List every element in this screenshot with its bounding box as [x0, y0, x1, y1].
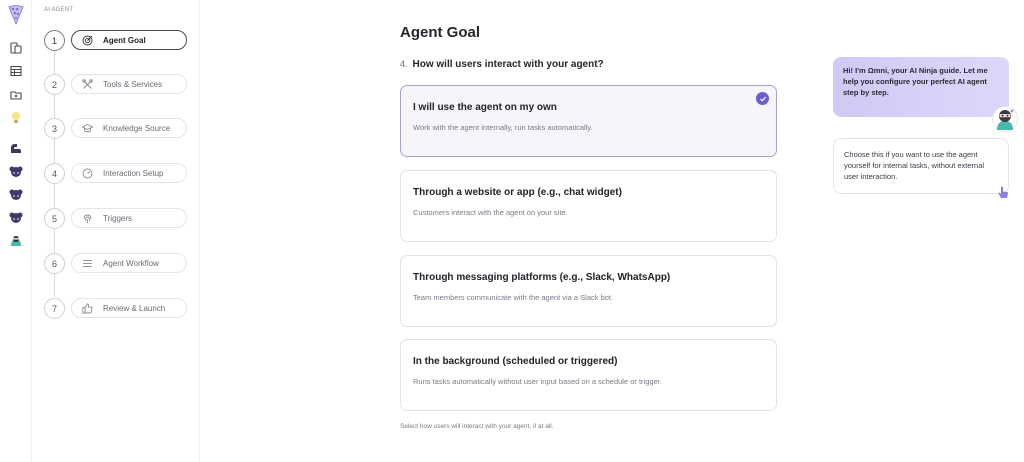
question-text: How will users interact with your agent? — [412, 59, 604, 70]
step-label: Tools & Services — [103, 79, 163, 89]
option-title: In the background (scheduled or triggere… — [413, 356, 618, 367]
step-pill[interactable]: Agent Goal — [71, 30, 187, 50]
step-number: 6 — [44, 253, 65, 274]
ninja-agent-icon[interactable] — [9, 234, 23, 248]
pointer-hand-icon — [996, 186, 1010, 200]
list-icon — [82, 258, 93, 269]
fingerprint-icon — [82, 213, 93, 224]
step-agent-workflow[interactable]: 6 Agent Workflow — [44, 253, 204, 275]
step-label: Interaction Setup — [103, 168, 164, 178]
step-agent-goal[interactable]: 1 Agent Goal — [44, 30, 204, 52]
step-pill[interactable]: Tools & Services — [71, 74, 187, 94]
tools-icon — [82, 78, 93, 90]
agent-avatar-icon-2[interactable] — [9, 188, 23, 202]
check-icon — [756, 92, 769, 105]
brand-logo-icon[interactable] — [7, 4, 25, 26]
option-own-use[interactable]: I will use the agent on my own Work with… — [400, 85, 777, 157]
agent-avatar-icon-3[interactable] — [9, 211, 23, 225]
step-label: Agent Workflow — [103, 258, 159, 268]
step-number: 5 — [44, 208, 65, 229]
question-number: 4. — [400, 59, 408, 69]
helper-text: Select how users will interact with your… — [400, 423, 554, 430]
step-number: 3 — [44, 118, 65, 139]
step-pill[interactable]: Triggers — [71, 208, 187, 228]
step-label: Knowledge Source — [103, 123, 171, 133]
step-knowledge-source[interactable]: 3 Knowledge Source — [44, 118, 204, 140]
option-description: Work with the agent internally, run task… — [413, 123, 593, 132]
assistant-hint-bubble: Choose this if you want to use the agent… — [833, 138, 1009, 194]
option-title: I will use the agent on my own — [413, 102, 557, 113]
page-title: Agent Goal — [400, 24, 481, 41]
thumbs-up-icon — [82, 302, 93, 314]
agent-avatar-icon-1[interactable] — [9, 165, 23, 179]
step-review-launch[interactable]: 7 Review & Launch — [44, 298, 204, 320]
step-pill[interactable]: Agent Workflow — [71, 253, 187, 273]
target-icon — [82, 35, 93, 46]
steps-sidebar: AI AGENT 1 Agent Goal 2 Tools & Services… — [32, 0, 200, 462]
step-label: Agent Goal — [103, 35, 146, 45]
step-triggers[interactable]: 5 Triggers — [44, 208, 204, 230]
flexed-arm-icon[interactable] — [9, 141, 23, 155]
step-number: 4 — [44, 163, 65, 184]
step-pill[interactable]: Interaction Setup — [71, 163, 187, 183]
assistant-greeting-bubble: Hi! I'm Ωmni, your AI Ninja guide. Let m… — [833, 57, 1009, 117]
option-background[interactable]: In the background (scheduled or triggere… — [400, 339, 777, 411]
agents-icon[interactable] — [9, 41, 23, 55]
lightbulb-icon[interactable] — [9, 111, 23, 125]
icon-rail — [0, 0, 32, 462]
option-website-app[interactable]: Through a website or app (e.g., chat wid… — [400, 170, 777, 242]
option-messaging-platforms[interactable]: Through messaging platforms (e.g., Slack… — [400, 255, 777, 327]
step-number: 1 — [44, 30, 65, 51]
folder-icon[interactable] — [9, 88, 23, 102]
graduation-cap-icon — [82, 123, 93, 134]
option-description: Team members communicate with the agent … — [413, 293, 614, 302]
step-number: 2 — [44, 74, 65, 95]
option-title: Through messaging platforms (e.g., Slack… — [413, 272, 671, 283]
question: 4. How will users interact with your agen… — [400, 59, 604, 70]
step-tools-services[interactable]: 2 Tools & Services — [44, 74, 204, 96]
step-pill[interactable]: Review & Launch — [71, 298, 187, 318]
gauge-icon — [82, 168, 93, 179]
section-label: AI AGENT — [44, 7, 74, 13]
table-icon[interactable] — [9, 64, 23, 78]
option-title: Through a website or app (e.g., chat wid… — [413, 187, 622, 198]
step-label: Triggers — [103, 213, 133, 223]
step-label: Review & Launch — [103, 303, 166, 313]
option-description: Runs tasks automatically without user in… — [413, 377, 662, 386]
option-description: Customers interact with the agent on you… — [413, 208, 568, 217]
step-interaction-setup[interactable]: 4 Interaction Setup — [44, 163, 204, 185]
ninja-avatar-icon[interactable] — [992, 106, 1018, 132]
step-number: 7 — [44, 298, 65, 319]
step-pill[interactable]: Knowledge Source — [71, 118, 187, 138]
